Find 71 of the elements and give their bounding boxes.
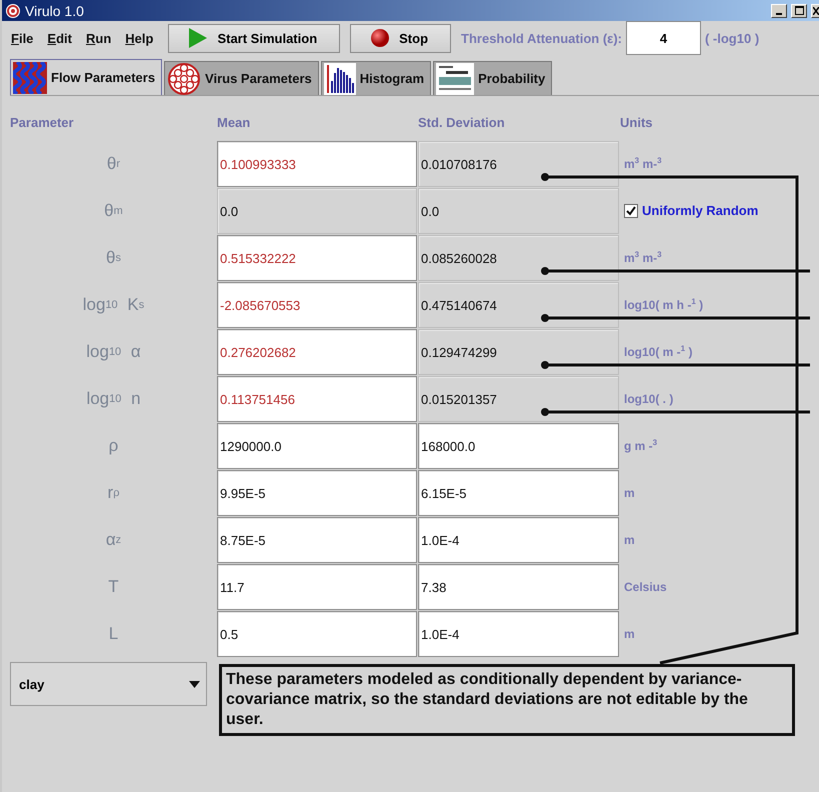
menu-item[interactable]: Run: [80, 30, 116, 46]
units-label: log10( m -$^{1}$ ): [624, 344, 692, 359]
mean-field[interactable]: 0.276202682: [217, 329, 417, 375]
std-deviation-field[interactable]: 0.0: [418, 188, 619, 234]
mean-field[interactable]: 0.100993333: [217, 141, 417, 187]
units-label: m$^{3}$ m-$^{3}$: [624, 250, 662, 265]
menu-item[interactable]: Help: [120, 30, 158, 46]
minimize-icon: [776, 12, 782, 14]
mean-field[interactable]: 0.515332222: [217, 235, 417, 281]
units-label: Celsius: [624, 580, 667, 594]
stop-icon: [371, 29, 390, 47]
mean-field[interactable]: 0.113751456: [217, 376, 417, 422]
std-deviation-field[interactable]: 0.475140674: [418, 282, 619, 328]
maximize-icon: [794, 6, 804, 15]
threshold-unit: ( -log10 ): [704, 30, 760, 46]
mean-field[interactable]: 1290000.0: [217, 423, 417, 469]
maximize-button[interactable]: [791, 4, 807, 18]
play-icon: [189, 28, 208, 48]
soil-dropdown[interactable]: clay: [10, 662, 207, 706]
close-icon: [812, 6, 818, 14]
menu-item[interactable]: File: [6, 30, 38, 46]
threshold-field[interactable]: 4: [626, 21, 701, 55]
parameter-label: T: [107, 576, 120, 598]
std-deviation-field[interactable]: 0.129474299: [418, 329, 619, 375]
parameter-label: L: [108, 622, 120, 644]
mean-field[interactable]: 0.5: [217, 611, 417, 657]
tab[interactable]: Flow Parameters: [10, 59, 162, 95]
checkbox-icon[interactable]: [624, 204, 638, 218]
mean-field[interactable]: -2.085670553: [217, 282, 417, 328]
std-deviation-field[interactable]: 168000.0: [418, 423, 619, 469]
parameter-label: ρ: [108, 434, 120, 456]
std-deviation-field[interactable]: 1.0E-4: [418, 517, 619, 563]
app-icon: [5, 2, 21, 18]
column-header: Mean: [217, 114, 252, 130]
units-label: log10( . ): [624, 392, 674, 406]
window-title: Virulo 1.0: [25, 2, 84, 18]
annotation-text: These parameters modeled as conditionally dependent by variance-covariance matrix, so the standard deviations are not editable by the user.: [219, 664, 795, 736]
units-label: g m -$^{3}$: [624, 438, 658, 453]
units-label: m$^{3}$ m-$^{3}$: [624, 156, 662, 171]
std-deviation-field[interactable]: 0.015201357: [418, 376, 619, 422]
tab[interactable]: Histogram: [320, 61, 432, 95]
histogram-icon: [324, 62, 356, 94]
mean-field[interactable]: 8.75E-5: [217, 517, 417, 563]
column-header: Parameter: [10, 114, 75, 130]
stop-button[interactable]: Stop: [350, 24, 452, 52]
minimize-button[interactable]: [771, 4, 787, 18]
std-deviation-field[interactable]: 6.15E-5: [418, 470, 619, 516]
mean-field[interactable]: 9.95E-5: [217, 470, 417, 516]
column-header: Std. Deviation: [418, 114, 506, 130]
tab[interactable]: Virus Parameters: [164, 61, 319, 95]
waves-icon: [13, 62, 47, 94]
units-label: m: [624, 532, 635, 546]
document-icon: [436, 62, 474, 94]
units-label: m: [624, 486, 635, 500]
std-deviation-field[interactable]: 0.085260028: [418, 235, 619, 281]
column-header: Units: [620, 114, 654, 130]
mean-field[interactable]: 0.0: [217, 188, 417, 234]
std-deviation-field[interactable]: 7.38: [418, 564, 619, 610]
tab[interactable]: Probability: [433, 61, 552, 95]
std-deviation-field[interactable]: 1.0E-4: [418, 611, 619, 657]
close-button[interactable]: [811, 4, 819, 18]
caret-icon: [189, 680, 200, 688]
units-label: m: [624, 626, 635, 640]
mean-field[interactable]: 11.7: [217, 564, 417, 610]
units-label: log10( m h -$^{1}$ ): [624, 297, 704, 312]
uniform-checkbox[interactable]: Uniformly Random: [624, 203, 758, 218]
menu-item[interactable]: Edit: [42, 30, 77, 46]
virus-icon: [167, 62, 202, 96]
start-button[interactable]: Start Simulation: [168, 24, 340, 52]
std-deviation-field[interactable]: 0.010708176: [418, 141, 619, 187]
threshold-label: Threshold Attenuation (ε):: [461, 30, 622, 46]
